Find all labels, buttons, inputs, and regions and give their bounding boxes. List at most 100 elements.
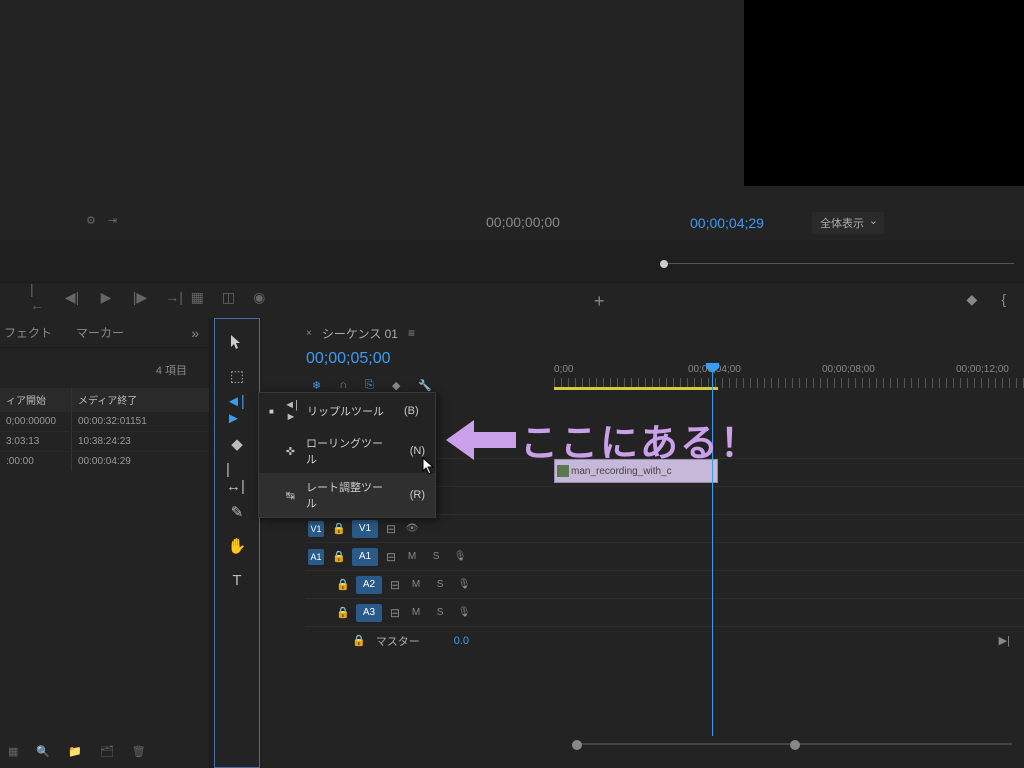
voiceover-icon[interactable]: 🎙 bbox=[456, 607, 472, 618]
track-label[interactable]: V1 bbox=[352, 520, 378, 538]
export-frame-button[interactable]: ◉ bbox=[253, 289, 265, 306]
selection-tool[interactable] bbox=[226, 331, 248, 353]
lock-icon[interactable]: 🔒 bbox=[352, 634, 366, 647]
timeline-settings-button[interactable]: 🔧 bbox=[418, 379, 432, 392]
cursor-icon bbox=[422, 457, 438, 477]
marker-icon[interactable]: ◆ bbox=[967, 291, 978, 308]
arrow-icon bbox=[446, 420, 516, 460]
flyout-ripple-tool[interactable]: ■ ◄|► リップルツール (B) bbox=[259, 393, 435, 429]
lock-icon[interactable]: 🔒 bbox=[336, 578, 348, 591]
annotation-text: ここにある！ bbox=[520, 412, 760, 467]
program-timecode[interactable]: 00;00;04;29 bbox=[690, 215, 764, 231]
monitor-area: ⚙ ⇥ 00;00;00;00 00;00;04;29 全体表示 bbox=[0, 0, 1024, 240]
close-sequence-button[interactable]: × bbox=[306, 328, 312, 339]
add-button[interactable]: + bbox=[594, 291, 605, 312]
sync-lock-icon[interactable]: ⊟ bbox=[390, 578, 400, 592]
ripple-edit-tool[interactable]: ◄|► bbox=[226, 399, 248, 421]
program-zoom-select[interactable]: 全体表示 bbox=[812, 212, 884, 234]
rate-stretch-icon: ↹ bbox=[283, 489, 298, 502]
play-button[interactable]: ▶ bbox=[98, 289, 114, 305]
table-row[interactable]: :00:00 00:00:04:29 bbox=[0, 451, 209, 471]
linked-selection-toggle[interactable]: ⎘ bbox=[365, 379, 374, 392]
solo-button[interactable]: S bbox=[432, 579, 448, 590]
col-media-start[interactable]: ィア開始 bbox=[0, 388, 72, 411]
snap-toggle[interactable]: ❄ bbox=[312, 379, 321, 392]
track-a1[interactable]: A1 🔒 A1 ⊟ M S 🎙 bbox=[306, 542, 1024, 570]
sync-lock-icon[interactable]: ⊟ bbox=[386, 522, 396, 536]
table-row[interactable]: 3:03:13 10:38:24:23 bbox=[0, 431, 209, 451]
voiceover-icon[interactable]: 🎙 bbox=[452, 551, 468, 562]
lock-icon[interactable]: 🔒 bbox=[332, 550, 344, 563]
new-bin-icon[interactable]: 🗂 bbox=[100, 745, 114, 758]
solo-button[interactable]: S bbox=[428, 551, 444, 562]
source-patch-a1[interactable]: A1 bbox=[308, 549, 324, 565]
table-row[interactable]: 0;00:00000 00:00:32:01151 bbox=[0, 411, 209, 431]
track-v1[interactable]: V1 🔒 V1 ⊟ 👁 bbox=[306, 514, 1024, 542]
settings-brace-icon[interactable]: { bbox=[1001, 291, 1006, 308]
mute-button[interactable]: M bbox=[408, 607, 424, 618]
mute-button[interactable]: M bbox=[404, 551, 420, 562]
mark-out-button[interactable]: →| bbox=[166, 289, 182, 305]
eye-icon[interactable]: 👁 bbox=[404, 523, 420, 534]
new-folder-icon[interactable]: 📁 bbox=[68, 745, 82, 758]
sync-lock-icon[interactable]: ⊟ bbox=[390, 606, 400, 620]
lift-button[interactable]: ▦ bbox=[191, 289, 204, 306]
master-track[interactable]: 🔒 マスター 0.0 ▶| bbox=[306, 626, 1024, 654]
hand-tool[interactable]: ✋ bbox=[226, 535, 248, 557]
search-icon[interactable]: 🔍 bbox=[36, 745, 50, 758]
annotation-callout: ここにある！ bbox=[446, 412, 760, 467]
track-select-tool[interactable]: ⬚ bbox=[226, 365, 248, 387]
sync-lock-icon[interactable]: ⊟ bbox=[386, 550, 396, 564]
track-label[interactable]: A1 bbox=[352, 548, 378, 566]
sequence-menu-icon[interactable]: ≡ bbox=[408, 326, 415, 340]
extract-button[interactable]: ◫ bbox=[222, 289, 235, 306]
source-monitor[interactable] bbox=[0, 0, 636, 232]
step-forward-button[interactable]: |▶ bbox=[132, 289, 148, 305]
timeline-zoom-scrollbar[interactable] bbox=[572, 740, 1012, 748]
col-media-end[interactable]: メディア終了 bbox=[72, 388, 209, 411]
track-a2[interactable]: 🔒 A2 ⊟ M S 🎙 bbox=[306, 570, 1024, 598]
solo-button[interactable]: S bbox=[432, 607, 448, 618]
source-timecode[interactable]: 00;00;00;00 bbox=[486, 214, 560, 230]
flyout-rate-stretch-tool[interactable]: ↹ レート調整ツール (R) bbox=[259, 473, 435, 517]
master-value[interactable]: 0.0 bbox=[454, 635, 469, 647]
ripple-icon: ◄|► bbox=[283, 399, 299, 423]
sequence-tab[interactable]: シーケンス 01 bbox=[322, 325, 398, 342]
source-display-icons: ⚙ ⇥ bbox=[86, 214, 117, 227]
program-monitor-viewport[interactable] bbox=[744, 0, 1024, 186]
panel-expand-button[interactable]: » bbox=[191, 325, 199, 341]
add-marker-button[interactable]: ◆ bbox=[392, 379, 400, 392]
master-label: マスター bbox=[376, 633, 420, 649]
razor-tool[interactable]: ◆ bbox=[226, 433, 248, 455]
trash-icon[interactable]: 🗑 bbox=[132, 745, 146, 758]
lock-icon[interactable]: 🔒 bbox=[336, 606, 348, 619]
magnet-toggle[interactable]: ∩ bbox=[339, 379, 347, 391]
mute-button[interactable]: M bbox=[408, 579, 424, 590]
tab-markers[interactable]: マーカー bbox=[76, 324, 124, 341]
list-view-icon[interactable]: ▦ bbox=[8, 745, 18, 758]
play-out-icon[interactable]: ▶| bbox=[999, 634, 1010, 647]
track-a3[interactable]: 🔒 A3 ⊟ M S 🎙 bbox=[306, 598, 1024, 626]
timeline-ruler[interactable]: 0;00 00;00;04;00 00;00;08;00 00;00;12;00 bbox=[554, 364, 1024, 394]
item-count-label: 4 項目 bbox=[0, 348, 209, 388]
step-back-button[interactable]: ◀| bbox=[64, 289, 80, 305]
settings-icon[interactable]: ⚙ bbox=[86, 214, 96, 227]
media-table: ィア開始 メディア終了 0;00:00000 00:00:32:01151 3:… bbox=[0, 388, 209, 471]
clip-name: man_recording_with_c bbox=[571, 466, 672, 477]
track-label[interactable]: A2 bbox=[356, 576, 382, 594]
voiceover-icon[interactable]: 🎙 bbox=[456, 579, 472, 590]
lock-icon[interactable]: 🔒 bbox=[332, 522, 344, 535]
program-scrub-bar[interactable] bbox=[660, 260, 1014, 268]
work-area-bar[interactable] bbox=[554, 387, 718, 390]
track-label[interactable]: A3 bbox=[356, 604, 382, 622]
mark-in-button[interactable]: |← bbox=[30, 289, 46, 305]
slip-tool[interactable]: |↔| bbox=[226, 467, 248, 489]
type-tool[interactable]: T bbox=[226, 569, 248, 591]
pen-tool[interactable]: ✎ bbox=[226, 501, 248, 523]
insert-icon[interactable]: ⇥ bbox=[108, 214, 117, 227]
tab-effects[interactable]: フェクト bbox=[4, 324, 52, 341]
transport-bar: |← ◀| ▶ |▶ →| ▦ ◫ ◉ + ◆ { bbox=[0, 282, 1024, 318]
tool-palette: ⬚ ◄|► ◆ |↔| ✎ ✋ T bbox=[214, 318, 260, 768]
source-patch-v1[interactable]: V1 bbox=[308, 521, 324, 537]
flyout-rolling-tool[interactable]: ✜ ローリングツール (N) bbox=[259, 429, 435, 473]
